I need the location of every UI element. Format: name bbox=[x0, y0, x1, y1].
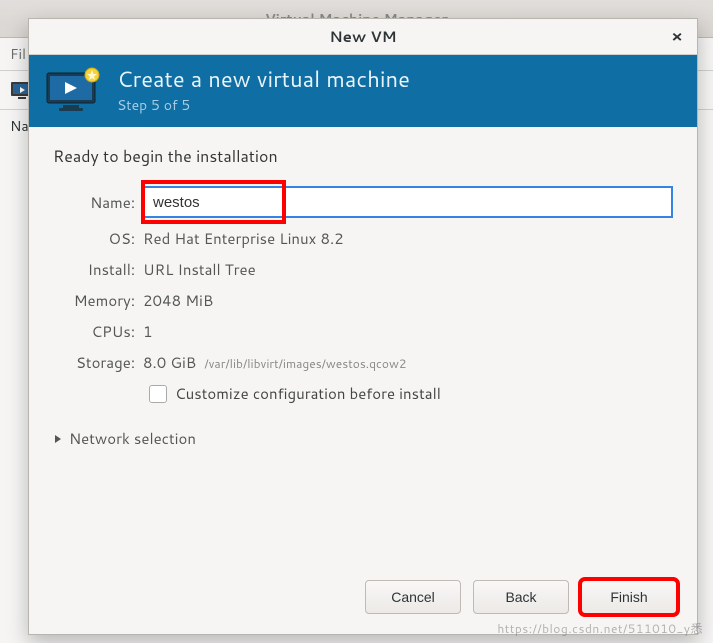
new-vm-dialog: New VM × Create a new virtual machine St… bbox=[28, 18, 698, 635]
network-label: Network selection bbox=[69, 428, 196, 449]
banner-title: Create a new virtual machine bbox=[117, 67, 410, 92]
cpus-value: 1 bbox=[143, 321, 153, 342]
cancel-button[interactable]: Cancel bbox=[365, 580, 461, 614]
memory-label: Memory: bbox=[53, 290, 143, 311]
chevron-right-icon bbox=[53, 428, 63, 449]
ready-label: Ready to begin the installation bbox=[53, 145, 673, 168]
banner-text: Create a new virtual machine Step 5 of 5 bbox=[117, 67, 410, 114]
watermark: https://blog.csdn.net/511010_y悉 bbox=[497, 620, 703, 637]
customize-label: Customize configuration before install bbox=[175, 383, 441, 404]
memory-value: 2048 MiB bbox=[143, 290, 213, 311]
dialog-title: New VM bbox=[329, 26, 396, 47]
back-button[interactable]: Back bbox=[473, 580, 569, 614]
network-expander[interactable]: Network selection bbox=[53, 428, 673, 449]
os-label: OS: bbox=[53, 228, 143, 249]
cpus-label: CPUs: bbox=[53, 321, 143, 342]
name-input[interactable] bbox=[143, 186, 673, 218]
install-value: URL Install Tree bbox=[143, 259, 256, 280]
dialog-titlebar: New VM × bbox=[29, 19, 697, 55]
install-label: Install: bbox=[53, 259, 143, 280]
name-label: Name: bbox=[53, 192, 143, 213]
customize-checkbox[interactable] bbox=[149, 385, 167, 403]
close-icon[interactable]: × bbox=[665, 25, 689, 49]
storage-path: /var/lib/libvirt/images/westos.qcow2 bbox=[204, 355, 406, 372]
wizard-banner: Create a new virtual machine Step 5 of 5 bbox=[29, 55, 697, 127]
wizard-content: Ready to begin the installation Name: OS… bbox=[29, 127, 697, 566]
vm-monitor-icon bbox=[45, 67, 103, 115]
banner-step: Step 5 of 5 bbox=[117, 95, 410, 115]
storage-label: Storage: bbox=[53, 352, 143, 373]
finish-button[interactable]: Finish bbox=[581, 580, 677, 614]
customize-row[interactable]: Customize configuration before install bbox=[149, 383, 673, 404]
os-value: Red Hat Enterprise Linux 8.2 bbox=[143, 228, 344, 249]
storage-value: 8.0 GiB /var/lib/libvirt/images/westos.q… bbox=[143, 352, 407, 373]
menu-file[interactable]: Fil bbox=[10, 44, 26, 64]
